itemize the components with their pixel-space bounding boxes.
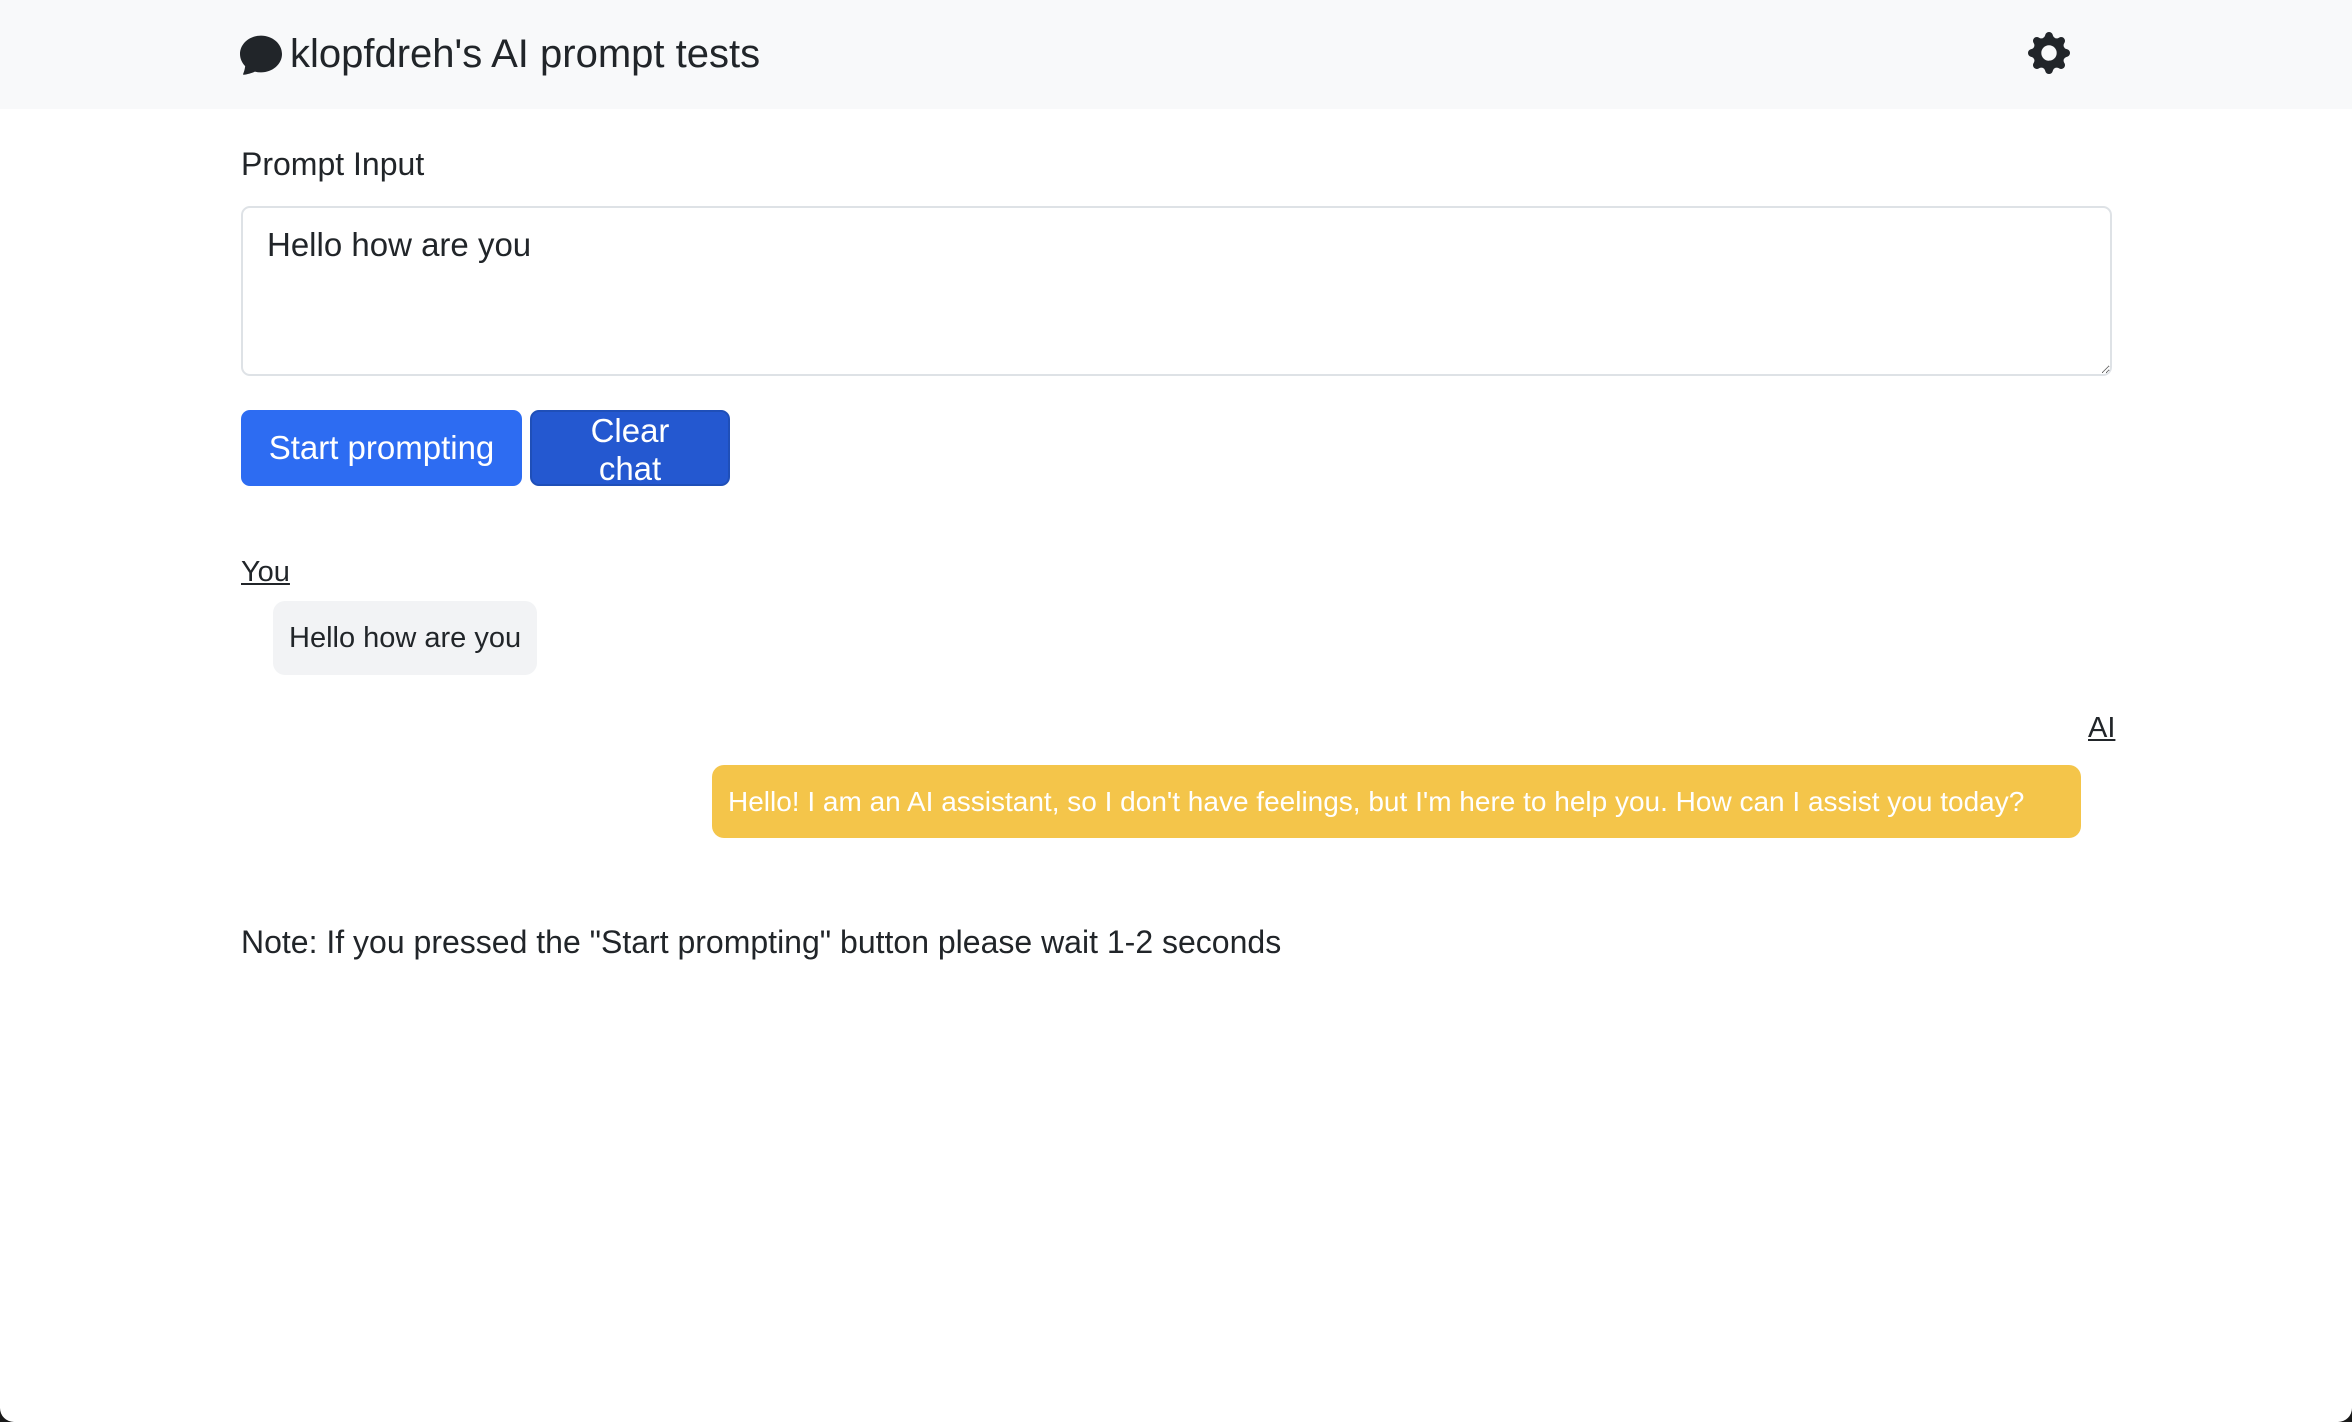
- wait-note: Note: If you pressed the "Start promptin…: [241, 924, 1282, 960]
- brand-link[interactable]: klopfdreh's AI prompt tests: [240, 28, 760, 80]
- window-corner-left: [0, 1408, 14, 1422]
- window-corner-right: [2338, 1408, 2352, 1422]
- clear-chat-button[interactable]: Clear chat: [530, 410, 730, 487]
- gear-icon[interactable]: [2028, 32, 2070, 74]
- start-prompting-button[interactable]: Start prompting: [241, 410, 522, 486]
- chat-bubble-icon: [240, 35, 282, 75]
- user-message-bubble: Hello how are you: [273, 601, 538, 675]
- prompt-input[interactable]: [241, 206, 2112, 376]
- sender-label-ai: AI: [2088, 712, 2116, 744]
- brand-title: klopfdreh's AI prompt tests: [290, 31, 761, 76]
- prompt-input-label: Prompt Input: [241, 146, 425, 182]
- navbar: klopfdreh's AI prompt tests: [0, 0, 2352, 109]
- ai-message-bubble: Hello! I am an AI assistant, so I don't …: [712, 765, 2081, 838]
- sender-label-you: You: [241, 556, 290, 588]
